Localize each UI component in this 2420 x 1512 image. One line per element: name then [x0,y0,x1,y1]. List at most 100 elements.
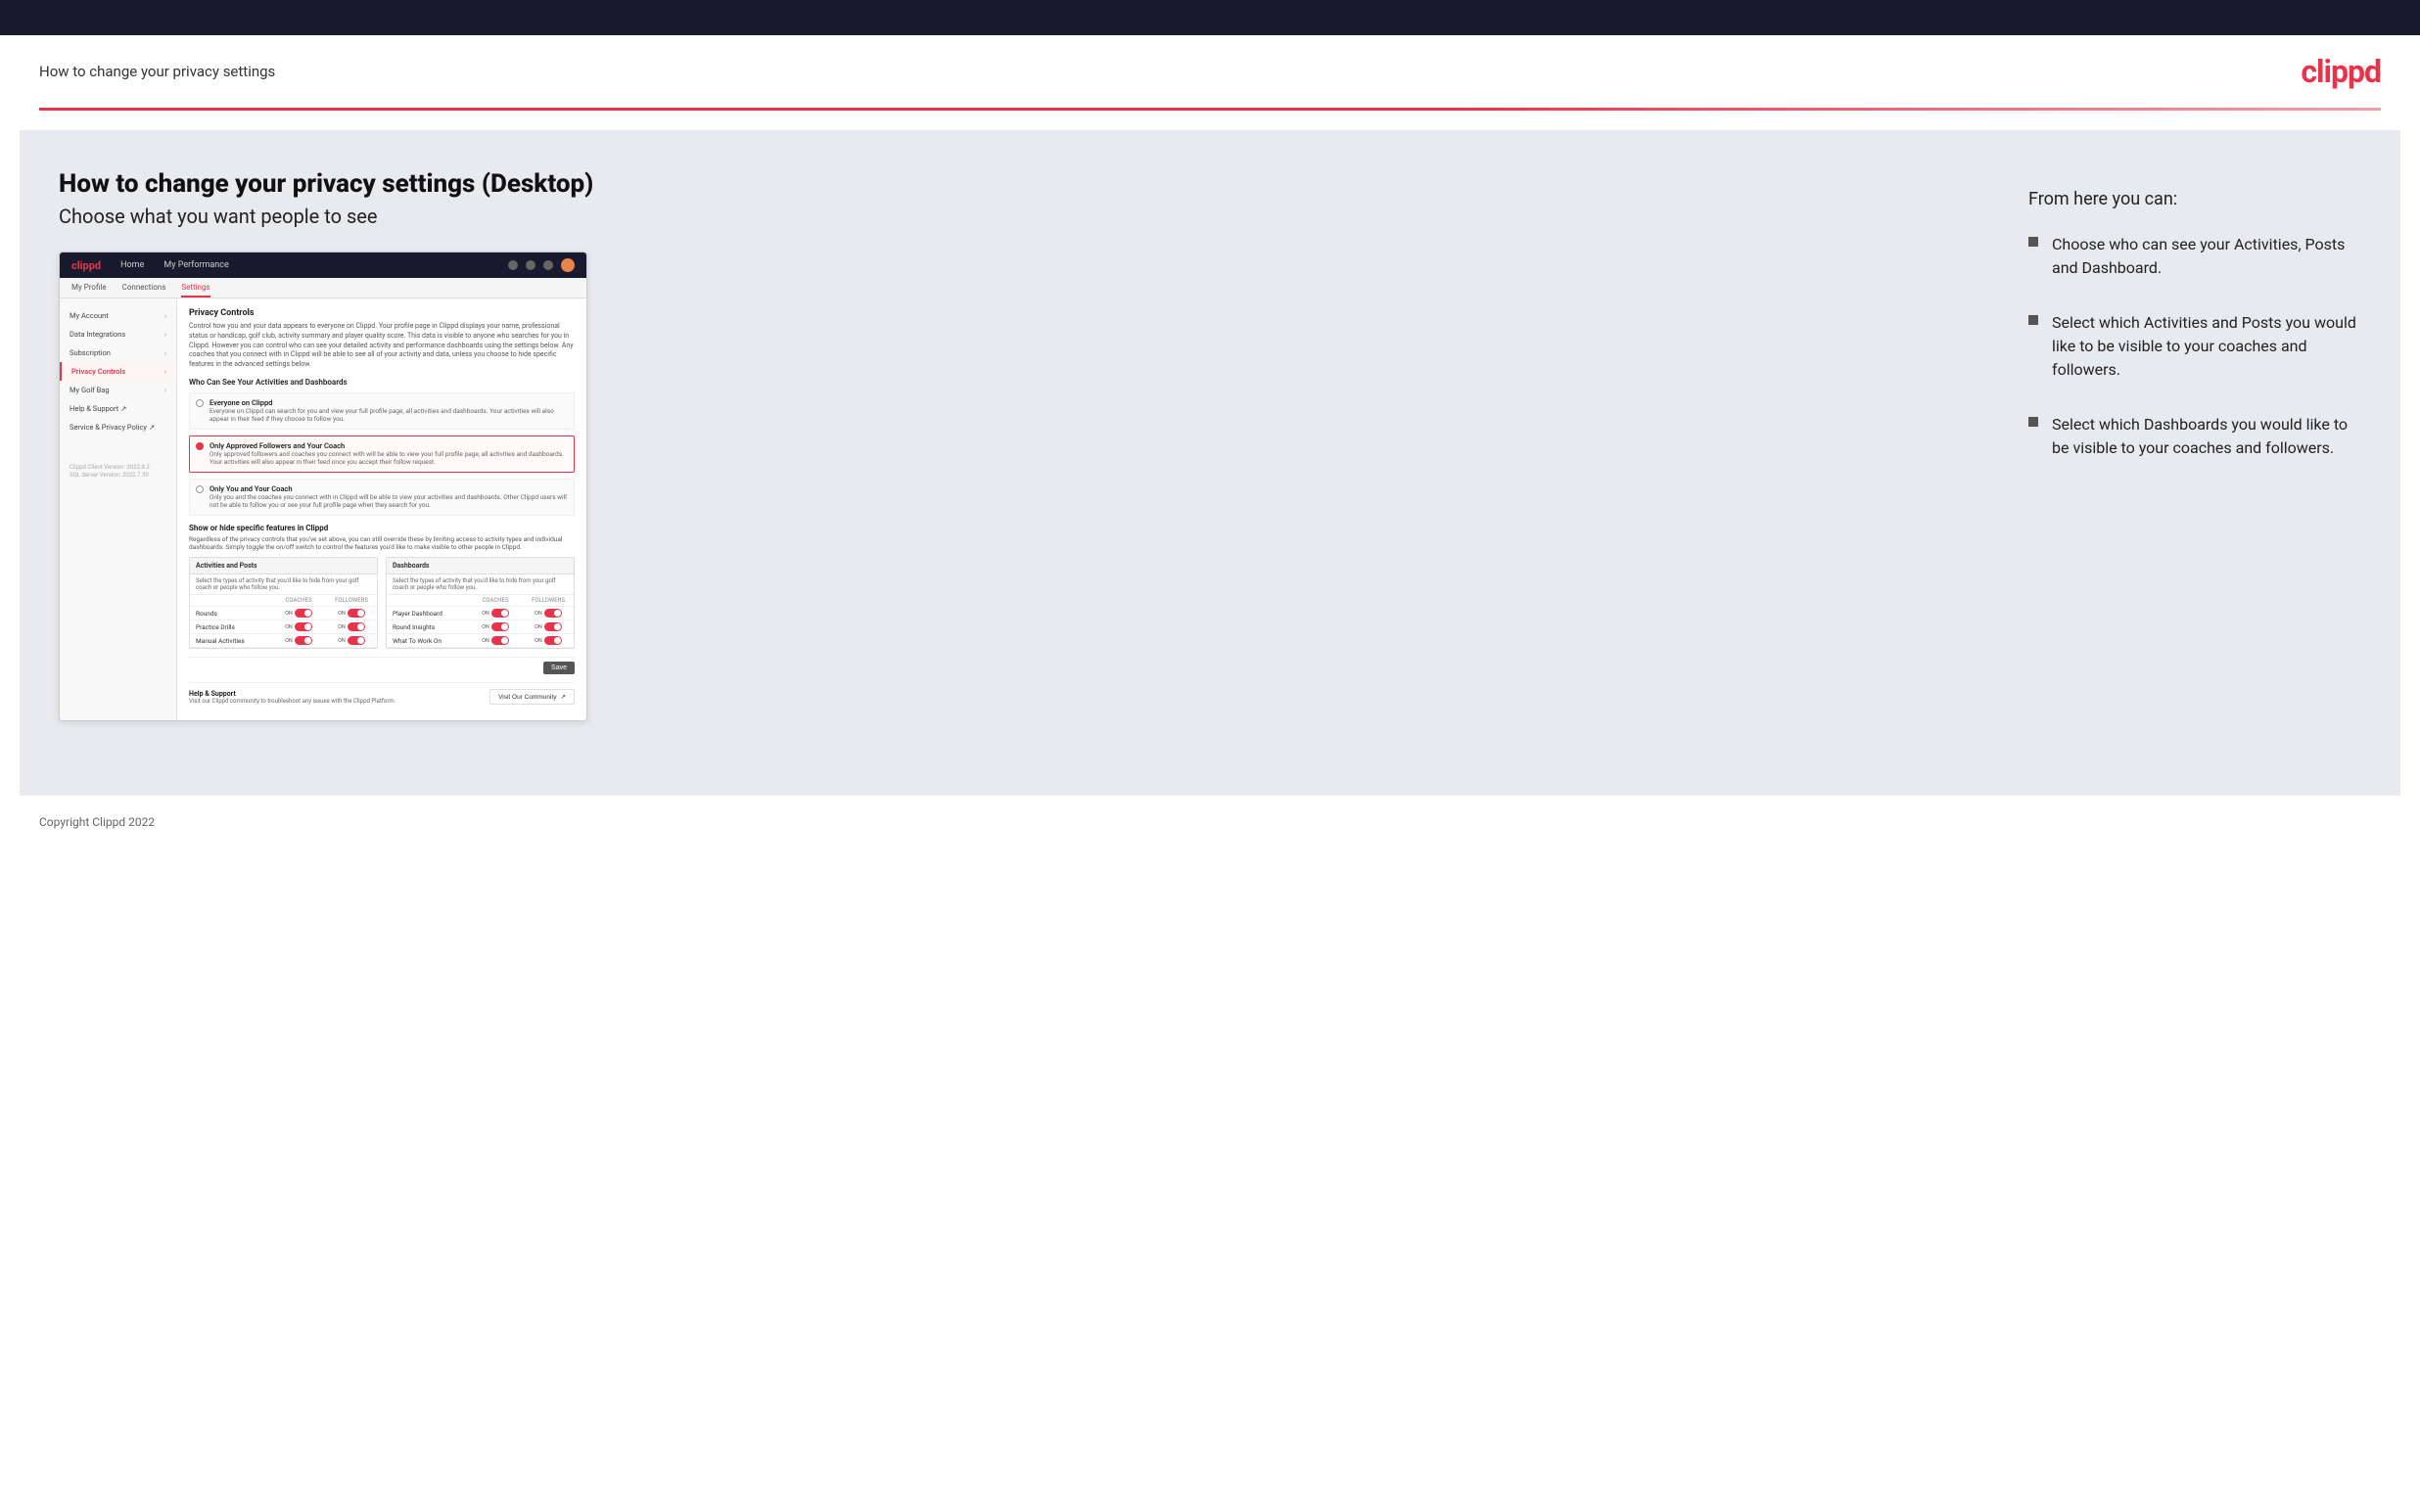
toggle-row-practice-drills: Practice Drills ON ON [190,620,377,634]
mockup-body: My Account › Data Integrations › Subscri… [60,298,586,720]
radio-dot-only-you [196,485,204,493]
bullet-text-1: Choose who can see your Activities, Post… [2052,233,2361,280]
tab-settings[interactable]: Settings [181,283,209,298]
bullet-item-3: Select which Dashboards you would like t… [2028,413,2361,460]
toggle-rounds-coaches[interactable]: ON [279,609,318,618]
sidebar-item-my-golf-bag[interactable]: My Golf Bag › [60,381,176,399]
radio-approved-desc: Only approved followers and coaches you … [209,450,568,467]
page-subheading: Choose what you want people to see [59,205,1989,228]
footer-text: Copyright Clippd 2022 [39,815,155,829]
toggle-tables: Activities and Posts Select the types of… [189,557,575,649]
toggle-work-followers[interactable]: ON [529,636,568,645]
chevron-right-icon: › [164,331,166,339]
tab-connections[interactable]: Connections [122,283,166,298]
radio-only-you-label: Only You and Your Coach [209,484,568,493]
mockup-sidebar: My Account › Data Integrations › Subscri… [60,298,177,720]
bullet-square-1 [2028,237,2038,247]
radio-only-you-desc: Only you and the coaches you connect wit… [209,493,568,510]
help-title: Help & Support [189,690,396,698]
bullet-item-2: Select which Activities and Posts you wo… [2028,311,2361,382]
mockup-nav: clippd Home My Performance [60,252,586,278]
radio-approved-label: Only Approved Followers and Your Coach [209,441,568,450]
toggle-insights-followers[interactable]: ON [529,622,568,631]
bullet-text-3: Select which Dashboards you would like t… [2052,413,2361,460]
activities-table: Activities and Posts Select the types of… [189,557,378,649]
toggle-work-coaches[interactable]: ON [476,636,515,645]
radio-approved-followers[interactable]: Only Approved Followers and Your Coach O… [189,435,575,473]
privacy-controls-title: Privacy Controls [189,308,575,318]
dashboards-table: Dashboards Select the types of activity … [386,557,575,649]
dashboards-table-header: Dashboards [387,558,574,574]
radio-dot-everyone [196,399,204,407]
chevron-right-icon: › [164,387,166,394]
toggle-manual-followers[interactable]: ON [332,636,371,645]
bullet-square-2 [2028,315,2038,325]
chevron-right-icon: › [164,349,166,357]
right-column: From here you can: Choose who can see yo… [2028,169,2361,756]
radio-everyone[interactable]: Everyone on Clippd Everyone on Clippd ca… [189,392,575,430]
chevron-right-icon: › [164,312,166,320]
search-icon [508,260,518,270]
page-heading: How to change your privacy settings (Des… [59,169,1989,199]
mockup-screenshot: clippd Home My Performance My Profile Co… [59,252,587,721]
radio-dot-approved [196,442,204,450]
radio-everyone-desc: Everyone on Clippd can search for you an… [209,407,568,424]
bullet-square-3 [2028,417,2038,427]
activities-table-header: Activities and Posts [190,558,377,574]
showhide-title: Show or hide specific features in Clippd [189,524,575,532]
left-column: How to change your privacy settings (Des… [59,169,1989,756]
mockup-nav-performance: My Performance [163,260,228,270]
radio-only-you[interactable]: Only You and Your Coach Only you and the… [189,479,575,516]
radio-everyone-label: Everyone on Clippd [209,398,568,407]
main-content: How to change your privacy settings (Des… [20,130,2400,796]
toggle-player-followers[interactable]: ON [529,609,568,618]
toggle-row-rounds: Rounds ON ON [190,607,377,620]
radio-group-visibility: Everyone on Clippd Everyone on Clippd ca… [189,392,575,516]
tab-my-profile[interactable]: My Profile [71,283,107,298]
external-link-icon: ↗ [561,693,566,701]
header-divider [39,108,2381,111]
footer: Copyright Clippd 2022 [0,796,2420,846]
activities-col-headers: COACHES FOLLOWERS [190,595,377,607]
avatar-icon [561,258,575,272]
sidebar-item-data-integrations[interactable]: Data Integrations › [60,325,176,344]
visit-community-button[interactable]: Visit Our Community ↗ [489,689,575,705]
save-button[interactable]: Save [543,662,575,674]
sidebar-item-my-account[interactable]: My Account › [60,306,176,325]
mockup-version: Clippd Client Version: 2022.8.2SQL Serve… [60,456,176,488]
toggle-practice-followers[interactable]: ON [332,622,371,631]
toggle-player-coaches[interactable]: ON [476,609,515,618]
dashboards-table-desc: Select the types of activity that you'd … [387,574,574,595]
toggle-rounds-followers[interactable]: ON [332,609,371,618]
toggle-row-manual-activities: Manual Activities ON ON [190,634,377,648]
header-title: How to change your privacy settings [39,63,275,80]
grid-icon [526,260,535,270]
toggle-practice-coaches[interactable]: ON [279,622,318,631]
bullet-list: Choose who can see your Activities, Post… [2028,233,2361,460]
chevron-right-icon: › [164,368,166,376]
mockup-tabs: My Profile Connections Settings [60,278,586,298]
logo: clippd [2301,53,2381,90]
who-can-see-title: Who Can See Your Activities and Dashboar… [189,378,575,387]
activities-table-desc: Select the types of activity that you'd … [190,574,377,595]
toggle-row-player-dashboard: Player Dashboard ON ON [387,607,574,620]
privacy-controls-desc: Control how you and your data appears to… [189,322,575,370]
help-row: Help & Support Visit our Clippd communit… [189,682,575,710]
top-bar [0,0,2420,35]
showhide-desc: Regardless of the privacy controls that … [189,535,575,552]
toggle-manual-coaches[interactable]: ON [279,636,318,645]
mockup-logo: clippd [71,259,101,272]
help-desc: Visit our Clippd community to troublesho… [189,698,396,705]
toggle-insights-coaches[interactable]: ON [476,622,515,631]
sidebar-item-service-privacy[interactable]: Service & Privacy Policy ↗ [60,418,176,436]
sidebar-item-subscription[interactable]: Subscription › [60,344,176,362]
sidebar-item-privacy-controls[interactable]: Privacy Controls › [60,362,176,381]
bell-icon [543,260,553,270]
bullet-item-1: Choose who can see your Activities, Post… [2028,233,2361,280]
dashboards-col-headers: COACHES FOLLOWERS [387,595,574,607]
sidebar-item-help-support[interactable]: Help & Support ↗ [60,399,176,418]
save-row: Save [189,657,575,678]
toggle-row-what-to-work-on: What To Work On ON ON [387,634,574,648]
mockup-main-panel: Privacy Controls Control how you and you… [177,298,586,720]
toggle-row-round-insights: Round Insights ON ON [387,620,574,634]
